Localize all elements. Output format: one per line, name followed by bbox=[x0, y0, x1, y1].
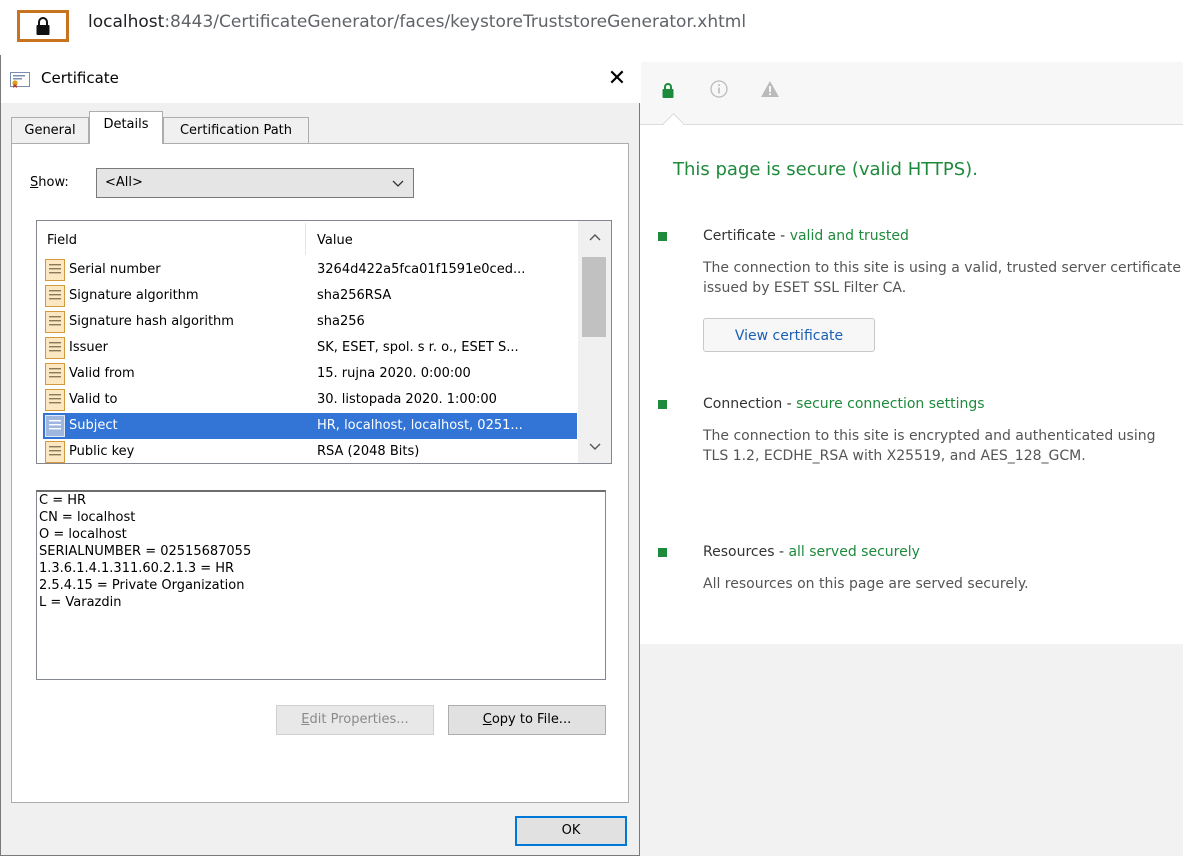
status-bullet bbox=[658, 400, 667, 409]
scrollbar-thumb[interactable] bbox=[582, 257, 606, 337]
column-header-field[interactable]: Field bbox=[47, 233, 77, 248]
table-row[interactable]: Issuer SK, ESET, spol. s r. o., ESET S..… bbox=[43, 335, 577, 361]
table-row[interactable]: Valid to 30. listopada 2020. 1:00:00 bbox=[43, 387, 577, 413]
address-bar: localhost:8443/CertificateGenerator/face… bbox=[0, 0, 850, 52]
table-row[interactable]: Valid from 15. rujna 2020. 0:00:00 bbox=[43, 361, 577, 387]
field-name: Valid to bbox=[69, 392, 118, 407]
page-background bbox=[640, 644, 1183, 856]
edit-properties-button[interactable]: Edit Properties... bbox=[276, 705, 434, 735]
connection-heading: Connection - secure connection settings bbox=[703, 396, 985, 412]
field-icon bbox=[45, 389, 65, 411]
tab-certification-path[interactable]: Certification Path bbox=[163, 117, 309, 143]
close-icon: ✕ bbox=[607, 66, 627, 91]
detail-line: CN = localhost bbox=[39, 510, 136, 525]
column-divider bbox=[305, 223, 306, 255]
url-text[interactable]: localhost:8443/CertificateGenerator/face… bbox=[88, 12, 746, 32]
detail-line: 2.5.4.15 = Private Organization bbox=[39, 578, 245, 593]
site-security-button[interactable] bbox=[17, 10, 69, 42]
show-label: Show: bbox=[30, 175, 69, 190]
resources-description: All resources on this page are served se… bbox=[703, 576, 1029, 592]
info-tab-icon[interactable] bbox=[710, 80, 728, 98]
ok-button[interactable]: OK bbox=[515, 816, 627, 846]
field-icon bbox=[45, 415, 65, 437]
field-name: Valid from bbox=[69, 366, 135, 381]
chevron-down-icon bbox=[392, 180, 404, 187]
detail-line: O = localhost bbox=[39, 527, 127, 542]
field-icon bbox=[45, 363, 65, 385]
field-icon bbox=[45, 285, 65, 307]
certificate-dialog: Certificate ✕ General Details Certificat… bbox=[0, 55, 641, 856]
field-icon bbox=[45, 441, 65, 463]
detail-line: SERIALNUMBER = 02515687055 bbox=[39, 544, 252, 559]
field-value: RSA (2048 Bits) bbox=[317, 444, 420, 459]
lock-tab-icon[interactable] bbox=[662, 82, 674, 98]
show-dropdown[interactable]: <All> bbox=[96, 168, 414, 198]
resources-heading: Resources - all served securely bbox=[703, 544, 920, 560]
detail-line: C = HR bbox=[39, 493, 87, 508]
table-row[interactable]: Signature algorithm sha256RSA bbox=[43, 283, 577, 309]
tab-details[interactable]: Details bbox=[89, 111, 163, 144]
tab-general[interactable]: General bbox=[11, 117, 89, 143]
dialog-title: Certificate bbox=[41, 69, 119, 87]
field-name: Subject bbox=[69, 418, 118, 433]
field-value: sha256 bbox=[317, 314, 365, 329]
field-value: 3264d422a5fca01f1591e0ced... bbox=[317, 262, 526, 277]
field-value: 30. listopada 2020. 1:00:00 bbox=[317, 392, 497, 407]
detail-line: L = Varazdin bbox=[39, 595, 122, 610]
security-title: This page is secure (valid HTTPS). bbox=[673, 159, 978, 180]
field-detail-box[interactable]: C = HR CN = localhost O = localhost SERI… bbox=[36, 490, 606, 680]
certificate-heading: Certificate - valid and trusted bbox=[703, 228, 909, 244]
lock-icon bbox=[36, 17, 50, 35]
status-bullet bbox=[658, 548, 667, 557]
field-value: 15. rujna 2020. 0:00:00 bbox=[317, 366, 471, 381]
field-icon bbox=[45, 311, 65, 333]
status-bullet bbox=[658, 232, 667, 241]
field-name: Public key bbox=[69, 444, 135, 459]
field-icon bbox=[45, 337, 65, 359]
security-panel: This page is secure (valid HTTPS). Certi… bbox=[640, 62, 1183, 645]
detail-line: 1.3.6.1.4.1.311.60.2.1.3 = HR bbox=[39, 561, 235, 576]
close-button[interactable]: ✕ bbox=[601, 63, 633, 95]
field-value: HR, localhost, localhost, 0251... bbox=[317, 418, 523, 433]
field-value: sha256RSA bbox=[317, 288, 392, 303]
list-scrollbar[interactable] bbox=[578, 221, 611, 463]
connection-description: The connection to this site is encrypted… bbox=[703, 428, 1156, 464]
field-name: Signature hash algorithm bbox=[69, 314, 234, 329]
url-path: :8443/CertificateGenerator/faces/keystor… bbox=[164, 12, 747, 32]
field-name: Issuer bbox=[69, 340, 108, 355]
table-row-selected[interactable]: Subject HR, localhost, localhost, 0251..… bbox=[43, 413, 577, 439]
field-value: SK, ESET, spol. s r. o., ESET S... bbox=[317, 340, 519, 355]
table-row[interactable]: Signature hash algorithm sha256 bbox=[43, 309, 577, 335]
table-row[interactable]: Serial number 3264d422a5fca01f1591e0ced.… bbox=[43, 257, 577, 283]
details-tab-panel: Show: <All> Field Value Serial number 32… bbox=[11, 143, 629, 803]
certificate-icon bbox=[10, 72, 30, 88]
url-host: localhost bbox=[88, 12, 165, 32]
chevron-down-icon[interactable] bbox=[589, 443, 601, 451]
field-name: Signature algorithm bbox=[69, 288, 199, 303]
dialog-titlebar: Certificate ✕ bbox=[1, 55, 641, 103]
certificate-fields-list[interactable]: Field Value Serial number 3264d422a5fca0… bbox=[36, 220, 612, 464]
field-icon bbox=[45, 259, 65, 281]
certificate-description: The connection to this site is using a v… bbox=[703, 260, 1181, 296]
field-name: Serial number bbox=[69, 262, 161, 277]
list-header: Field Value bbox=[37, 221, 577, 257]
copy-to-file-button[interactable]: Copy to File... bbox=[448, 705, 606, 735]
table-row[interactable]: Public key RSA (2048 Bits) bbox=[43, 439, 577, 463]
column-header-value[interactable]: Value bbox=[317, 233, 353, 248]
view-certificate-button[interactable]: View certificate bbox=[703, 318, 875, 352]
show-dropdown-value: <All> bbox=[105, 175, 143, 190]
chevron-up-icon[interactable] bbox=[589, 233, 601, 241]
warning-tab-icon[interactable] bbox=[760, 80, 780, 98]
security-panel-tabs bbox=[640, 62, 1183, 125]
